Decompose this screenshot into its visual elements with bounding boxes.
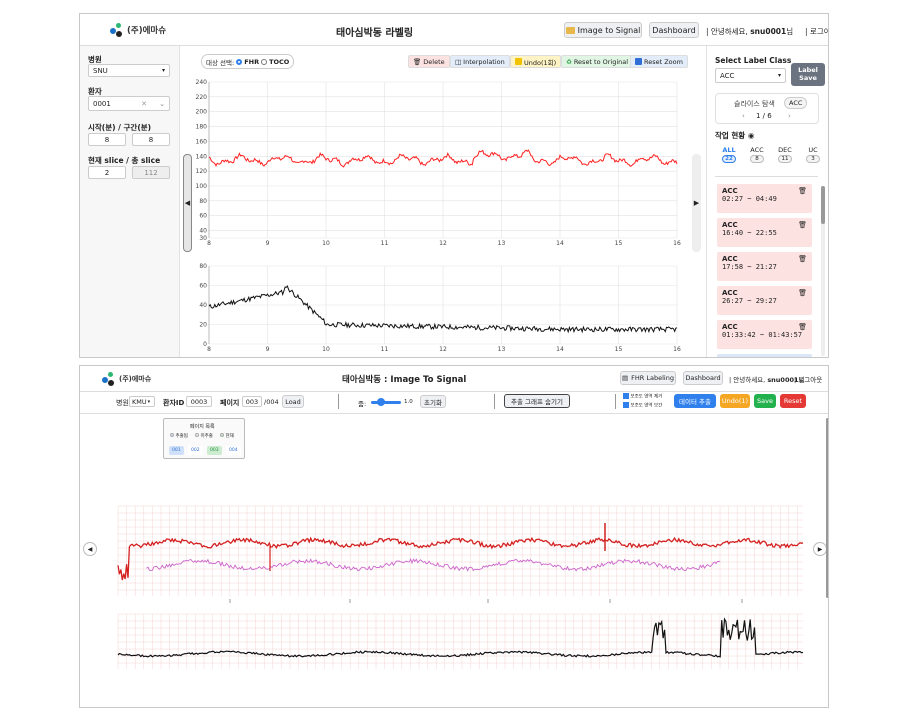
label-class-value: ACC: [720, 71, 735, 80]
x-tick-label: 15: [615, 240, 623, 247]
tab-uc[interactable]: UC 3: [803, 146, 823, 163]
x-tick-label: 11: [381, 346, 389, 353]
card-type: ACC: [722, 255, 738, 263]
y-tick-label: 60: [199, 213, 207, 220]
slice-nav-page: 1 / 6: [756, 112, 772, 120]
card-type: ACC: [722, 221, 738, 229]
y-tick-label: 40: [199, 302, 207, 309]
label-save-button[interactable]: Label Save: [791, 63, 825, 86]
trash-icon[interactable]: 🗑: [798, 357, 807, 358]
label-card[interactable]: ACC 26:27 ~ 29:27 🗑: [717, 286, 812, 315]
trash-icon[interactable]: 🗑: [798, 289, 807, 297]
x-tick-label: 14: [556, 346, 564, 353]
tab-dec[interactable]: DEC 11: [775, 146, 795, 163]
label-card[interactable]: DEC-E🗑: [717, 354, 812, 358]
chevron-right-icon[interactable]: ›: [788, 112, 791, 120]
x-tick-label: 9: [266, 240, 270, 247]
tab-count-badge: 8: [750, 155, 764, 163]
x-tick-label: 8: [207, 346, 211, 353]
y-tick-label: 20: [199, 322, 207, 329]
card-type: ACC: [722, 289, 738, 297]
y-tick-label: 120: [196, 168, 208, 175]
x-tick-label: 13: [498, 346, 506, 353]
x-tick-label: 15: [615, 346, 623, 353]
x-tick-label: 12: [439, 240, 447, 247]
y-tick-label: 100: [196, 183, 208, 190]
chevron-down-icon: ▾: [777, 72, 781, 79]
slice-nav-label: 슬라이스 탐색: [734, 100, 775, 108]
slice-navigator: 슬라이스 탐색 ACC ‹ 1 / 6 ›: [715, 93, 819, 124]
trash-icon[interactable]: 🗑: [798, 221, 807, 229]
select-label-class-title: Select Label Class: [715, 56, 792, 65]
x-tick-label: 12: [439, 346, 447, 353]
tab-count-badge: 22: [722, 155, 736, 163]
tab-count-badge: 3: [806, 155, 820, 163]
y-tick-label: 220: [196, 94, 208, 101]
card-range: 17:58 ~ 21:27: [722, 263, 777, 271]
scrollbar-thumb[interactable]: [821, 186, 825, 224]
x-tick-label: 16: [673, 346, 681, 353]
work-status-title: 작업 현황 ◉: [715, 130, 754, 141]
y-tick-label: 180: [196, 124, 208, 131]
strip-background: [118, 506, 803, 596]
slice-nav-badge: ACC: [784, 97, 808, 109]
label-class-select[interactable]: ACC ▾: [715, 68, 786, 83]
x-tick-label: 13: [498, 240, 506, 247]
y-tick-label: 80: [199, 263, 207, 270]
card-range: 02:27 ~ 04:49: [722, 195, 777, 203]
y-tick-label: 60: [199, 283, 207, 290]
y-tick-label: 200: [196, 109, 208, 116]
x-tick-label: 10: [322, 346, 330, 353]
strip-background: [118, 614, 803, 669]
eye-icon[interactable]: ◉: [748, 131, 755, 140]
y-tick-label: 240: [196, 79, 208, 86]
tab-label: ALL: [722, 146, 736, 154]
tab-all[interactable]: ALL 22: [719, 146, 739, 163]
card-range: 26:27 ~ 29:27: [722, 297, 777, 305]
tab-acc[interactable]: ACC 8: [747, 146, 767, 163]
card-range: 01:33:42 ~ 01:43:57: [722, 331, 803, 339]
ctg-strip-image[interactable]: [80, 366, 829, 708]
work-status-label: 작업 현황: [715, 131, 746, 140]
chevron-left-icon[interactable]: ‹: [742, 112, 745, 120]
label-card[interactable]: ACC 17:58 ~ 21:27 🗑: [717, 252, 812, 281]
x-tick-label: 9: [266, 346, 270, 353]
label-card[interactable]: ACC 16:40 ~ 22:55 🗑: [717, 218, 812, 247]
label-card[interactable]: ACC 01:33:42 ~ 01:43:57 🗑: [717, 320, 812, 349]
image-to-signal-window: (주)에마슈 태아심박동 : Image To Signal ▤ FHR Labe…: [79, 365, 829, 708]
labeling-window: (주)에마슈 태아심박동 라벨링 Image to Signal Dashboa…: [79, 13, 829, 358]
x-tick-label: 14: [556, 240, 564, 247]
y-tick-label: 80: [199, 198, 207, 205]
label-card[interactable]: ACC 02:27 ~ 04:49 🗑: [717, 184, 812, 213]
card-type: ACC: [722, 187, 738, 195]
card-type: ACC: [722, 323, 738, 331]
x-tick-label: 11: [381, 240, 389, 247]
y-tick-label: 140: [196, 153, 208, 160]
tab-label: DEC: [778, 146, 792, 154]
y-tick-label: 30: [199, 235, 207, 242]
x-tick-label: 8: [207, 240, 211, 247]
card-list-scrollbar[interactable]: [821, 186, 825, 356]
tab-count-badge: 11: [778, 155, 792, 163]
y-tick-label: 40: [199, 228, 207, 235]
label-panel: Select Label Class ACC ▾ Label Save 슬라이스 …: [706, 46, 828, 357]
trash-icon[interactable]: 🗑: [798, 255, 807, 263]
tab-label: ACC: [750, 146, 764, 154]
x-tick-label: 10: [322, 240, 330, 247]
trash-icon[interactable]: 🗑: [798, 187, 807, 195]
tab-label: UC: [808, 146, 818, 154]
x-tick-label: 16: [673, 240, 681, 247]
card-type: DEC-E: [722, 357, 807, 358]
tabs-divider: [715, 176, 818, 177]
trash-icon[interactable]: 🗑: [798, 323, 807, 331]
card-range: 16:40 ~ 22:55: [722, 229, 777, 237]
y-tick-label: 160: [196, 138, 208, 145]
